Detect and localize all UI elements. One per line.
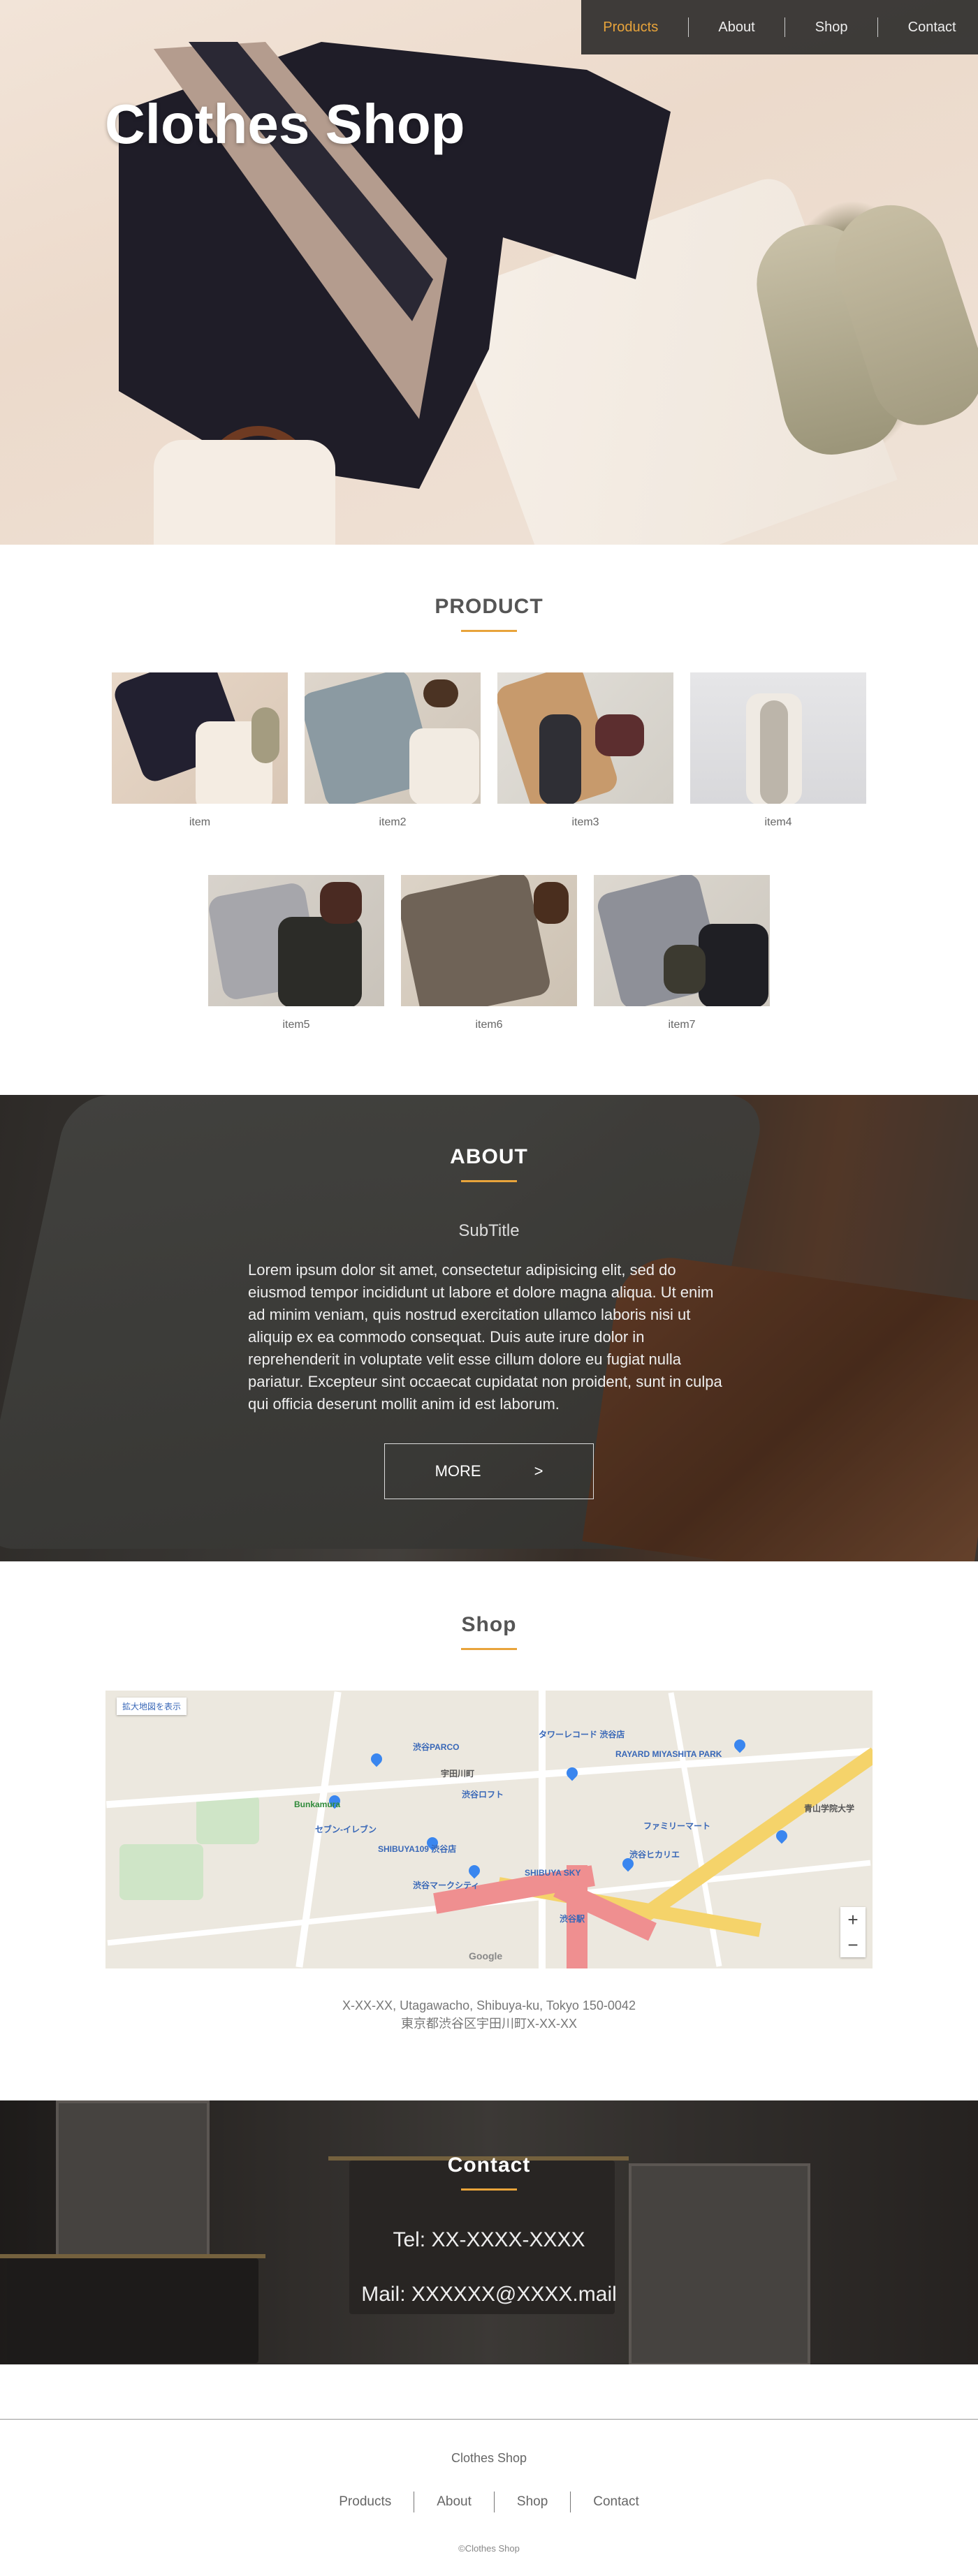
- map-enlarge-link[interactable]: 拡大地図を表示: [117, 1698, 187, 1715]
- product-caption: item6: [475, 1019, 503, 1031]
- footer-nav-shop[interactable]: Shop: [495, 2494, 570, 2510]
- product-caption: item2: [379, 816, 407, 828]
- zoom-in-button[interactable]: +: [840, 1907, 866, 1932]
- contact-tel: Tel: XX-XXXX-XXXX: [393, 2228, 585, 2251]
- product-card[interactable]: item2: [305, 672, 481, 829]
- product-image[interactable]: [690, 672, 866, 804]
- address-english: X-XX-XX, Utagawacho, Shibuya-ku, Tokyo 1…: [342, 1999, 636, 2012]
- product-caption: item3: [571, 816, 599, 828]
- google-logo: Google: [469, 1950, 503, 1962]
- shop-section: Shop 渋谷PARCO Bunkamura SHIBUYA109 渋谷店 渋谷…: [0, 1561, 978, 2100]
- nav-products[interactable]: Products: [589, 20, 672, 36]
- product-card[interactable]: item5: [208, 875, 384, 1031]
- site-title: Clothes Shop: [105, 93, 465, 155]
- contact-mail: Mail: XXXXXX@XXXX.mail: [361, 2283, 617, 2306]
- footer-nav-products[interactable]: Products: [316, 2494, 414, 2510]
- map-zoom-controls: + −: [840, 1907, 866, 1957]
- map-label: セブン-イレブン: [315, 1825, 377, 1834]
- map-label: 渋谷ロフト: [462, 1790, 504, 1799]
- product-image[interactable]: [594, 875, 770, 1006]
- product-section: PRODUCT item item2 item3 item4 item5 ite…: [0, 545, 978, 1095]
- map-label: 渋谷ヒカリエ: [629, 1850, 680, 1860]
- nav-about[interactable]: About: [704, 20, 768, 36]
- product-card[interactable]: item7: [594, 875, 770, 1031]
- product-heading-underline: [461, 630, 517, 632]
- about-body-text: Lorem ipsum dolor sit amet, consectetur …: [248, 1261, 722, 1413]
- hero-bag-image: [154, 440, 335, 545]
- zoom-out-button[interactable]: −: [840, 1932, 866, 1957]
- footer-nav: Products About Shop Contact: [0, 2492, 978, 2512]
- product-image[interactable]: [305, 672, 481, 804]
- footer-divider: [0, 2419, 978, 2420]
- footer-nav-about[interactable]: About: [414, 2494, 494, 2510]
- footer-nav-contact[interactable]: Contact: [571, 2494, 661, 2510]
- map-label: 渋谷駅: [560, 1914, 585, 1924]
- contact-content: Contact Tel: XX-XXXX-XXXX Mail: XXXXXX@X…: [0, 2100, 978, 2306]
- product-card[interactable]: item3: [497, 672, 673, 829]
- about-heading-underline: [461, 1180, 517, 1182]
- product-card[interactable]: item6: [401, 875, 577, 1031]
- product-caption: item5: [282, 1019, 310, 1031]
- map-label: 青山学院大学: [804, 1804, 855, 1813]
- contact-heading: Contact: [447, 2154, 531, 2177]
- map-label: 渋谷PARCO: [413, 1742, 460, 1752]
- product-heading: PRODUCT: [435, 595, 543, 618]
- product-card[interactable]: item4: [690, 672, 866, 829]
- product-card[interactable]: item: [112, 672, 288, 829]
- map-label: SHIBUYA109 渋谷店: [378, 1844, 457, 1854]
- map-label: 宇田川町: [441, 1769, 475, 1779]
- address-japanese: 東京都渋谷区宇田川町X-XX-XX: [400, 2017, 578, 2031]
- nav-divider: [877, 17, 879, 37]
- product-caption: item7: [668, 1019, 696, 1031]
- map-label: SHIBUYA SKY: [525, 1868, 581, 1878]
- product-caption: item4: [764, 816, 792, 828]
- shop-address: X-XX-XX, Utagawacho, Shibuya-ku, Tokyo 1…: [0, 1996, 978, 2033]
- map-label: 渋谷マークシティ: [413, 1881, 480, 1890]
- nav-shop[interactable]: Shop: [801, 20, 862, 36]
- map-label: RAYARD MIYASHITA PARK: [615, 1749, 722, 1759]
- hero-section: Clothes Shop Products About Shop Contact: [0, 0, 978, 545]
- footer-brand: Clothes Shop: [451, 2451, 527, 2465]
- footer: Clothes Shop Products About Shop Contact…: [0, 2364, 978, 2562]
- map-label: ファミリーマート: [643, 1821, 711, 1831]
- about-content: ABOUT SubTitle Lorem ipsum dolor sit ame…: [0, 1095, 978, 1499]
- product-caption: item: [189, 816, 211, 828]
- product-image[interactable]: [112, 672, 288, 804]
- map-label: Bunkamura: [294, 1799, 341, 1809]
- product-image[interactable]: [401, 875, 577, 1006]
- more-button[interactable]: MORE >: [384, 1443, 594, 1499]
- product-image[interactable]: [208, 875, 384, 1006]
- shop-heading: Shop: [461, 1613, 517, 1636]
- shop-heading-underline: [461, 1648, 517, 1650]
- product-grid: item item2 item3 item4 item5 item6 item7: [0, 672, 978, 1063]
- shop-map[interactable]: 渋谷PARCO Bunkamura SHIBUYA109 渋谷店 渋谷ロフト 宇…: [105, 1691, 873, 1968]
- copyright: ©Clothes Shop: [458, 2543, 520, 2554]
- nav-divider: [784, 17, 786, 37]
- about-subtitle: SubTitle: [458, 1221, 520, 1240]
- about-heading: ABOUT: [450, 1145, 528, 1168]
- contact-heading-underline: [461, 2188, 517, 2191]
- contact-section: Contact Tel: XX-XXXX-XXXX Mail: XXXXXX@X…: [0, 2100, 978, 2364]
- product-image[interactable]: [497, 672, 673, 804]
- more-button-label: MORE: [435, 1462, 481, 1480]
- chevron-right-icon: >: [534, 1462, 543, 1480]
- about-section: ABOUT SubTitle Lorem ipsum dolor sit ame…: [0, 1095, 978, 1561]
- map-label: タワーレコード 渋谷店: [539, 1730, 625, 1739]
- top-nav: Products About Shop Contact: [581, 0, 978, 54]
- nav-divider: [687, 17, 689, 37]
- nav-contact[interactable]: Contact: [894, 20, 970, 36]
